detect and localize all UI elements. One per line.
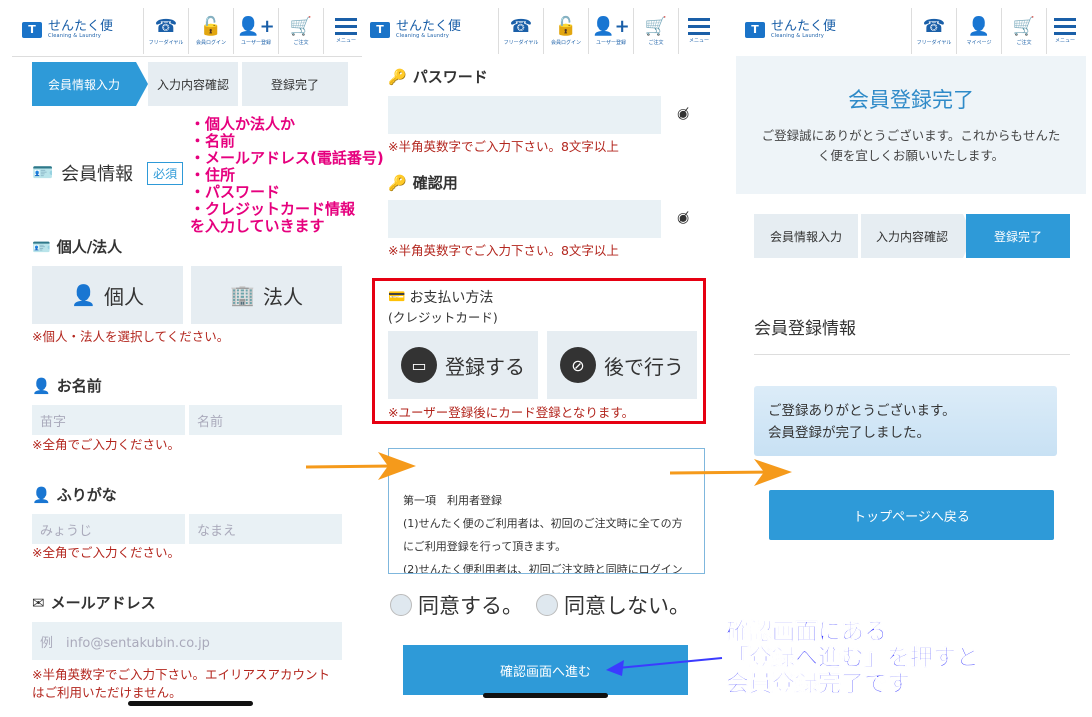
blue-arrow (606, 657, 723, 676)
annotation-arrows (305, 452, 792, 676)
orange-arrow-1 (305, 452, 416, 480)
annotation-instruction: 確認画面にある 「登録へ進む」を押すと 会員登録完了です (726, 619, 980, 698)
orange-arrow-2 (669, 459, 792, 486)
